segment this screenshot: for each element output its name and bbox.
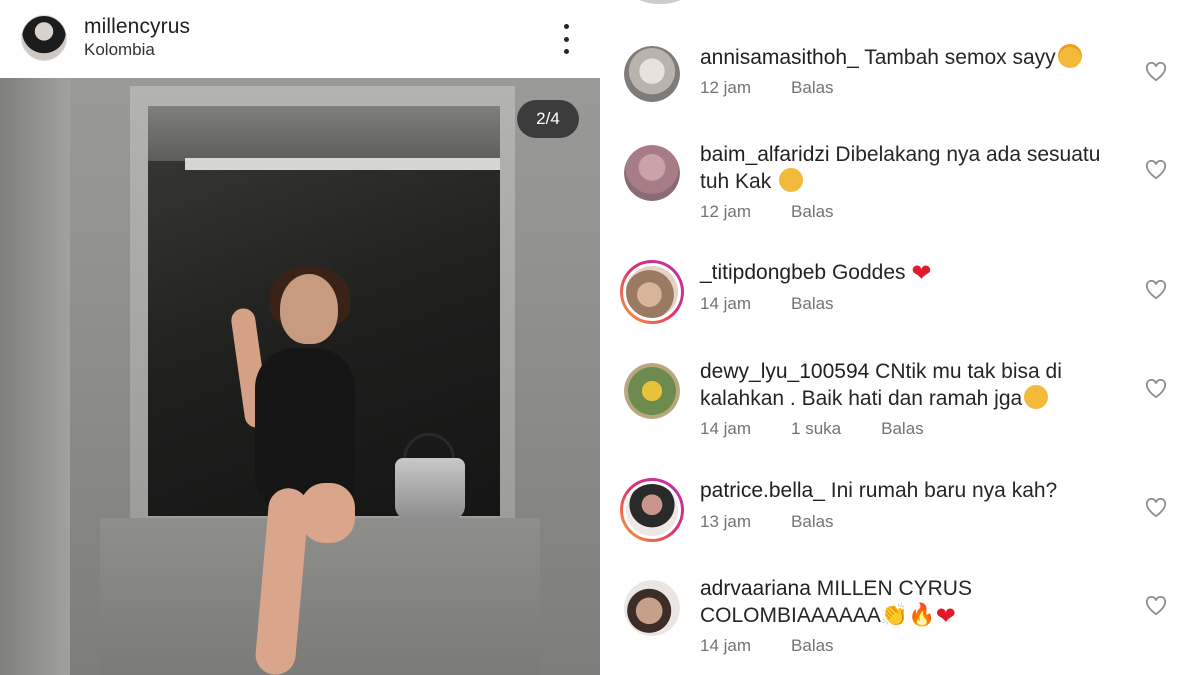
reply-button[interactable]: Balas [791,78,834,98]
comment-meta: 12 jam Balas [700,78,874,98]
comment-text: annisamasithoh_ Tambah semox sayy [700,44,1120,71]
carousel-counter: 2/4 [517,100,579,138]
like-heart-icon[interactable] [1145,62,1167,82]
like-heart-icon[interactable] [1145,379,1167,399]
red-heart-emoji: ❤ [935,603,956,630]
comments-panel[interactable]: annisamasithoh_ Tambah semox sayy 12 jam… [600,0,1200,675]
comment-meta: 14 jam Balas [700,294,874,314]
person-head [280,274,338,344]
commenter-username[interactable]: adrvaariana [700,577,811,600]
comment-time: 12 jam [700,78,752,97]
author-username[interactable]: millencyrus [84,15,190,39]
commenter-username[interactable]: patrice.bella_ [700,479,825,502]
like-heart-icon[interactable] [1145,280,1167,300]
fire-emoji: 🔥 [908,602,936,627]
commenter-avatar[interactable] [624,145,680,201]
commenter-avatar[interactable] [620,260,684,324]
commenter-username[interactable]: baim_alfaridzi [700,143,830,166]
surprised-emoji [779,168,804,192]
heart-eyes-emoji [1057,44,1082,68]
post-panel: millencyrus Kolombia 2/4 [0,0,600,675]
like-heart-icon[interactable] [1145,596,1167,616]
commenter-username[interactable]: _titipdongbeb [700,261,826,284]
red-heart-emoji: ❤ [911,260,932,287]
comment-text: dewy_lyu_100594 CNtik mu tak bisa di kal… [700,359,1120,412]
comment-meta: 13 jam Balas [700,512,874,532]
commenter-username[interactable]: dewy_lyu_100594 [700,360,869,383]
partial-avatar [632,0,688,4]
person-dress [255,348,355,508]
comment-body: Tambah semox sayy [864,46,1056,69]
comment-body: Ini rumah baru nya kah? [830,479,1058,502]
person-knee [300,483,355,543]
post-location[interactable]: Kolombia [84,40,155,60]
like-count[interactable]: 1 suka [791,419,841,439]
comment-time: 12 jam [700,202,752,221]
reply-button[interactable]: Balas [881,419,924,439]
comment-time: 14 jam [700,294,752,313]
comment-text: _titipdongbeb Goddes ❤ [700,260,1120,287]
wall-texture [0,78,70,675]
kiss-emoji [1024,385,1049,409]
comment-time: 13 jam [700,512,752,531]
like-heart-icon[interactable] [1145,498,1167,518]
reply-button[interactable]: Balas [791,636,834,656]
reply-button[interactable]: Balas [791,512,834,532]
comment-body: Goddes [831,261,906,284]
commenter-avatar[interactable] [624,580,680,636]
commenter-avatar[interactable] [624,46,680,102]
window-ceiling [148,106,500,161]
commenter-username[interactable]: annisamasithoh_ [700,46,859,69]
clap-emoji: 👏 [880,602,909,627]
window-trim [185,158,500,170]
author-avatar[interactable] [21,15,67,61]
comment-meta: 14 jam 1 suka Balas [700,419,964,439]
comment-text: baim_alfaridzi Dibelakang nya ada sesuat… [700,142,1120,195]
more-options-icon[interactable] [556,24,576,54]
post-header: millencyrus Kolombia [0,0,600,78]
post-photo[interactable]: 2/4 [0,78,600,675]
handbag [395,458,465,520]
comment-text: adrvaariana MILLEN CYRUS COLOMBIAAAAAA👏🔥… [700,576,1120,630]
commenter-avatar[interactable] [624,363,680,419]
like-heart-icon[interactable] [1145,160,1167,180]
comment-meta: 12 jam Balas [700,202,874,222]
reply-button[interactable]: Balas [791,202,834,222]
reply-button[interactable]: Balas [791,294,834,314]
comment-time: 14 jam [700,636,752,655]
comment-text: patrice.bella_ Ini rumah baru nya kah? [700,478,1120,504]
comment-meta: 14 jam Balas [700,636,874,656]
comment-time: 14 jam [700,419,752,438]
commenter-avatar[interactable] [620,478,684,542]
